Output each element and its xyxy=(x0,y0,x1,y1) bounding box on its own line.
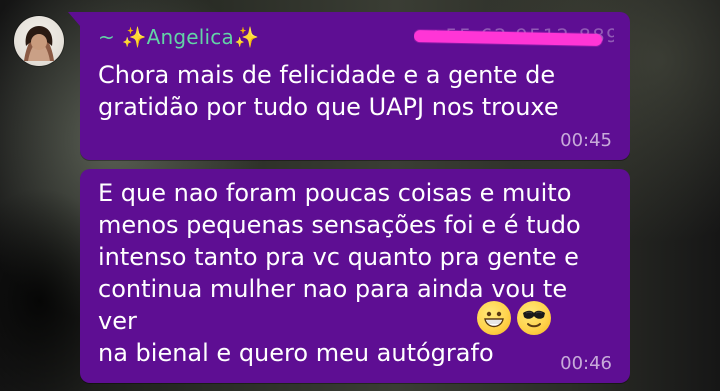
sender-avatar[interactable] xyxy=(14,16,64,66)
bubble-tail xyxy=(68,12,80,26)
message-text: E que nao foram poucas coisas e muito me… xyxy=(98,179,581,367)
sender-name[interactable]: ~ ✨Angelica✨ xyxy=(98,25,259,49)
sunglasses-face-emoji xyxy=(517,301,551,335)
message-bubble[interactable]: E que nao foram poucas coisas e muito me… xyxy=(80,169,630,383)
sender-phone: +55 62 9512-8899 xyxy=(414,22,614,52)
message-text: Chora mais de felicidade e a gente de gr… xyxy=(98,61,559,121)
grinning-face-emoji xyxy=(477,301,511,335)
message-timestamp: 00:46 xyxy=(560,353,612,374)
message-bubble[interactable]: ~ ✨Angelica✨ +55 62 9512-8899 Chora mais… xyxy=(68,12,630,160)
message-timestamp: 00:45 xyxy=(560,130,612,151)
message-emojis xyxy=(477,299,551,337)
avatar-portrait-icon xyxy=(24,26,54,61)
